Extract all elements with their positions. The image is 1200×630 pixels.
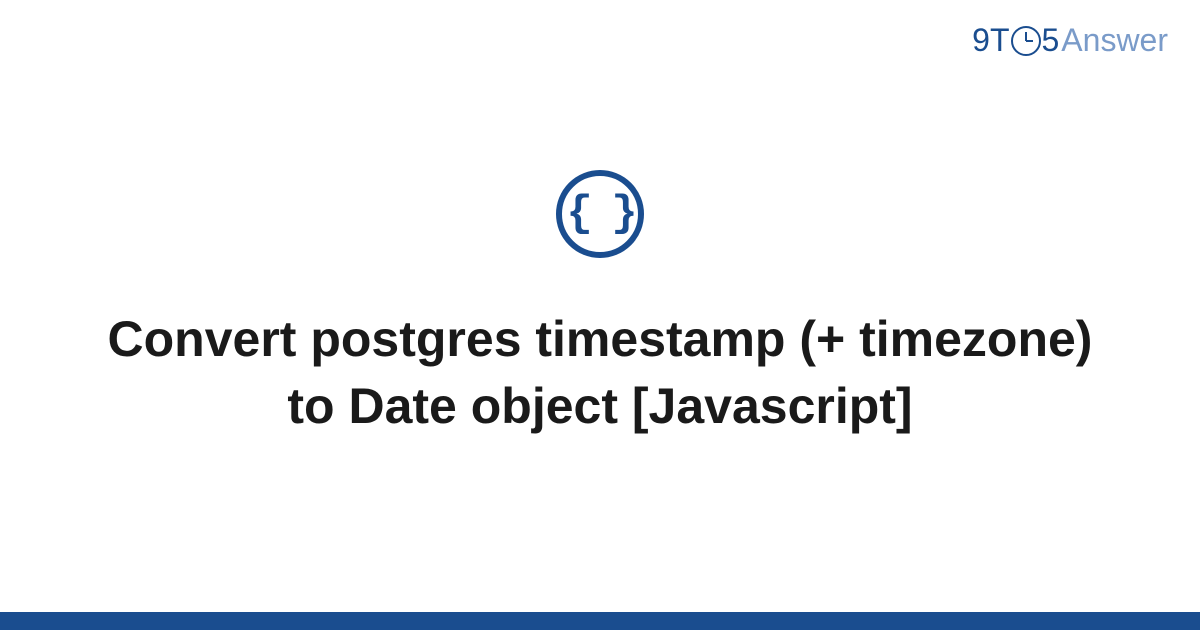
code-braces-icon: { } [566, 189, 633, 239]
page-title: Convert postgres timestamp (+ timezone) … [100, 306, 1100, 441]
footer-accent-bar [0, 612, 1200, 630]
category-badge: { } [556, 170, 644, 258]
main-content: { } Convert postgres timestamp (+ timezo… [0, 0, 1200, 630]
